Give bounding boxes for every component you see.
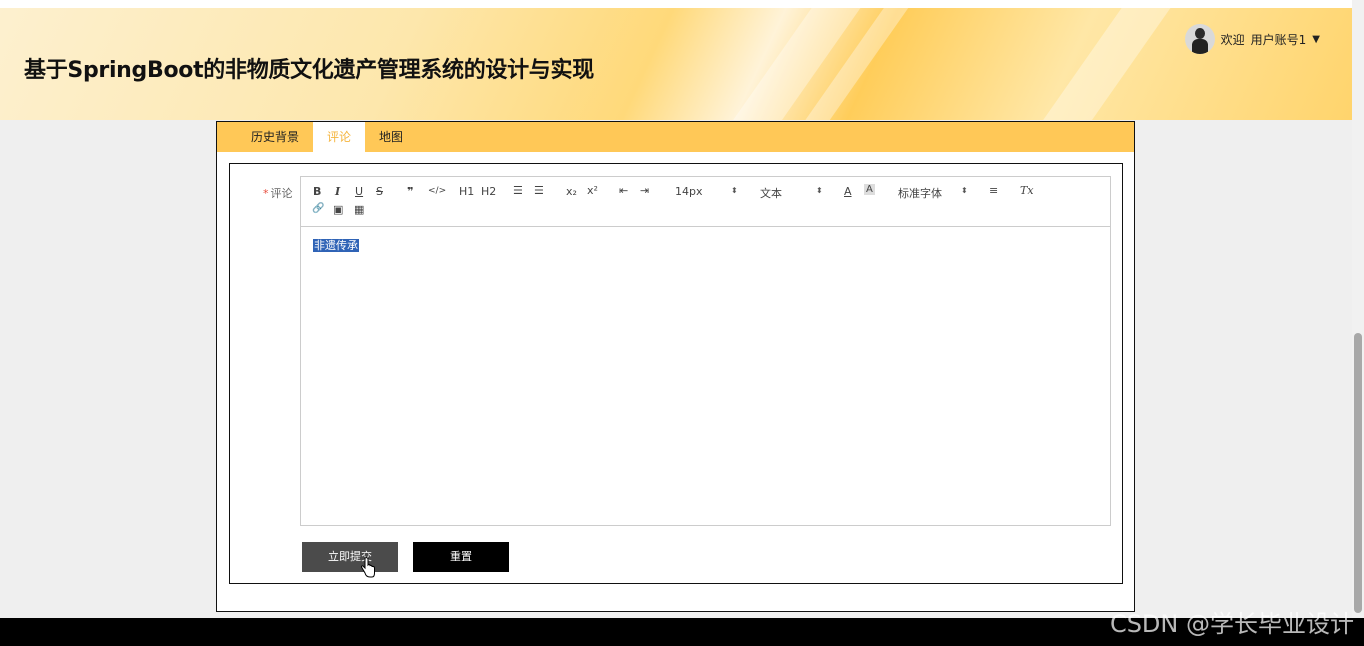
editor-text[interactable]: 非遗传承 — [313, 239, 359, 252]
scrollbar[interactable] — [1352, 0, 1364, 618]
background-color-icon[interactable]: A — [864, 184, 875, 195]
scrollbar-thumb[interactable] — [1354, 333, 1362, 613]
link-icon[interactable]: 🔗 — [312, 203, 324, 214]
detail-panel: 历史背景 评论 地图 * 评论 B I U S ❞ </> H1 H2 ☰ ☰ x… — [216, 121, 1135, 612]
editor-toolbar: B I U S ❞ </> H1 H2 ☰ ☰ x₂ x² ⇤ ⇥ 14px ⬍ — [301, 177, 1110, 227]
watermark-text: CSDN @学长毕业设计 — [1109, 610, 1354, 638]
required-mark: * — [263, 187, 269, 200]
font-picker-label: 标准字体 — [898, 187, 942, 200]
h2-icon[interactable]: H2 — [481, 185, 496, 198]
caret-down-icon[interactable]: ▼ — [1312, 34, 1320, 45]
comment-form: * 评论 B I U S ❞ </> H1 H2 ☰ ☰ x₂ x² ⇤ ⇥ 14… — [229, 163, 1123, 584]
header-picker-label: 文本 — [760, 187, 782, 200]
text-color-icon[interactable]: A — [844, 185, 852, 198]
username: 用户账号1 — [1250, 32, 1307, 47]
page-title: 基于SpringBoot的非物质文化遗产管理系统的设计与实现 — [24, 58, 594, 83]
reset-button[interactable]: 重置 — [413, 542, 509, 572]
tab-comment[interactable]: 评论 — [313, 122, 366, 152]
font-picker[interactable]: 标准字体 ⬍ — [898, 185, 968, 201]
size-picker-label: 14px — [675, 185, 703, 198]
welcome-text: 欢迎 — [1220, 32, 1245, 47]
italic-icon[interactable]: I — [335, 185, 340, 198]
top-border — [0, 0, 1352, 8]
bullet-list-icon[interactable]: ☰ — [534, 184, 544, 197]
header-decoration — [1004, 8, 1176, 120]
code-icon[interactable]: </> — [428, 186, 446, 196]
tab-bar: 历史背景 评论 地图 — [217, 122, 1134, 152]
picker-arrow-icon: ⬍ — [961, 186, 968, 195]
subscript-icon[interactable]: x₂ — [566, 185, 577, 198]
align-icon[interactable]: ≡ — [989, 184, 998, 197]
submit-button[interactable]: 立即提交 — [302, 542, 398, 572]
tab-history[interactable]: 历史背景 — [237, 122, 313, 152]
bold-icon[interactable]: B — [313, 185, 321, 198]
h1-icon[interactable]: H1 — [459, 185, 474, 198]
picker-arrow-icon: ⬍ — [731, 186, 738, 195]
tab-map[interactable]: 地图 — [365, 122, 417, 152]
rich-text-editor[interactable]: B I U S ❞ </> H1 H2 ☰ ☰ x₂ x² ⇤ ⇥ 14px ⬍ — [300, 176, 1111, 526]
comment-label: * 评论 — [263, 187, 293, 200]
user-menu[interactable]: 欢迎 用户账号1 ▼ — [1184, 24, 1320, 54]
editor-content[interactable]: 非遗传承 — [301, 227, 1110, 263]
indent-icon[interactable]: ⇥ — [640, 184, 649, 197]
picker-arrow-icon: ⬍ — [816, 186, 823, 195]
video-icon[interactable]: ▦ — [354, 203, 364, 216]
blockquote-icon[interactable]: ❞ — [407, 185, 413, 198]
image-icon[interactable]: ▣ — [333, 203, 343, 216]
strike-icon[interactable]: S — [376, 185, 383, 198]
site-header: 基于SpringBoot的非物质文化遗产管理系统的设计与实现 欢迎 用户账号1 … — [0, 8, 1352, 120]
hand-cursor-icon — [360, 557, 375, 578]
underline-icon[interactable]: U — [355, 185, 363, 198]
avatar[interactable] — [1184, 24, 1215, 54]
outdent-icon[interactable]: ⇤ — [619, 184, 628, 197]
size-picker[interactable]: 14px ⬍ — [675, 185, 738, 198]
clear-format-icon[interactable]: Tx — [1020, 184, 1034, 197]
header-picker[interactable]: 文本 ⬍ — [760, 185, 823, 201]
superscript-icon[interactable]: x² — [587, 184, 598, 197]
ordered-list-icon[interactable]: ☰ — [513, 184, 523, 197]
